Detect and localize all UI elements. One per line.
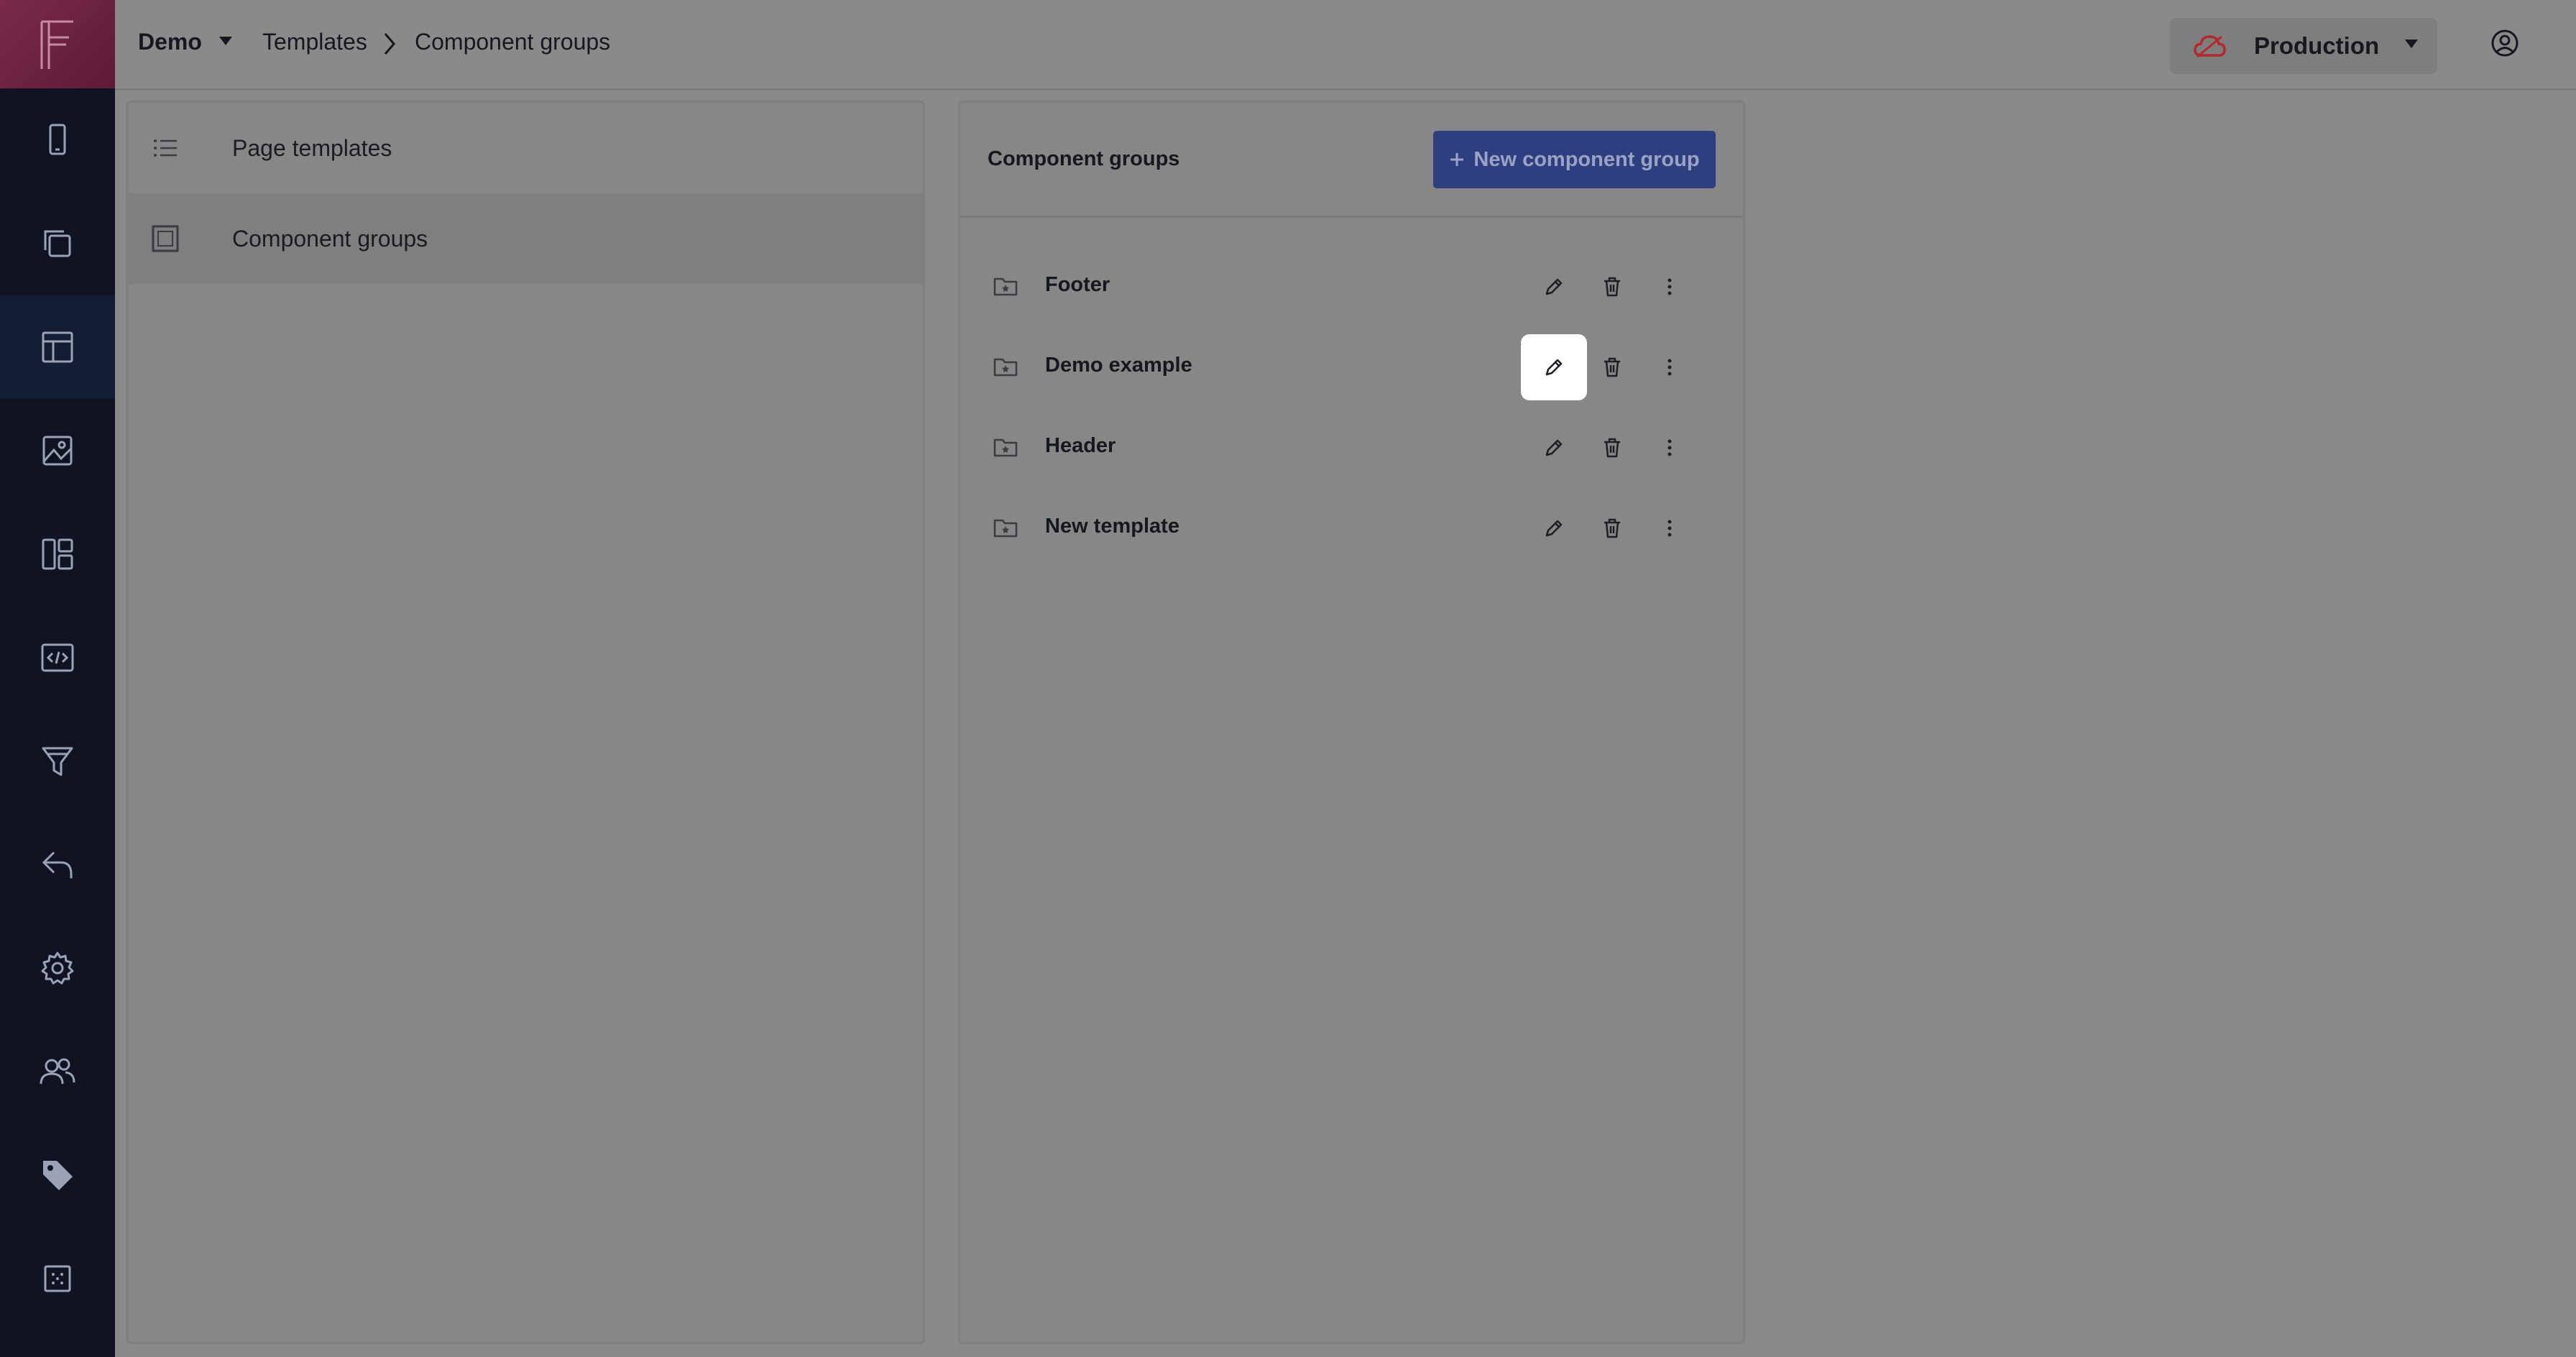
pages-icon xyxy=(44,230,71,257)
group-name: Footer xyxy=(1045,273,1110,296)
folder-icon xyxy=(993,438,1018,457)
nav-redirects[interactable] xyxy=(0,813,115,916)
subnav-item-label: Component groups xyxy=(232,225,428,252)
funnel-icon xyxy=(42,747,73,776)
nav-funnel[interactable] xyxy=(0,709,115,813)
nav-layout[interactable] xyxy=(0,502,115,606)
pencil-icon xyxy=(1545,359,1563,376)
more-vertical-icon xyxy=(1668,439,1672,456)
list-icon xyxy=(154,139,177,157)
component-groups-panel: Component groups New component group Foo… xyxy=(958,101,1745,1344)
edit-button[interactable] xyxy=(1521,254,1587,320)
code-icon xyxy=(41,643,74,672)
pencil-icon xyxy=(1545,439,1563,456)
nav-mobile[interactable] xyxy=(0,88,115,192)
logo-icon xyxy=(40,20,73,69)
panel-title: Component groups xyxy=(988,147,1180,170)
plus-icon xyxy=(1450,153,1464,166)
caret-down-icon xyxy=(2405,40,2418,48)
more-options-button[interactable] xyxy=(1637,254,1703,320)
more-options-button[interactable] xyxy=(1637,495,1703,561)
edit-button[interactable] xyxy=(1521,334,1587,400)
tag-icon xyxy=(43,1161,73,1190)
new-component-group-button[interactable]: New component group xyxy=(1433,131,1716,188)
nav-grid[interactable] xyxy=(0,1227,115,1330)
more-vertical-icon xyxy=(1668,278,1672,295)
pencil-icon xyxy=(1545,520,1563,537)
delete-button[interactable] xyxy=(1579,415,1645,481)
environment-selector[interactable]: Production xyxy=(2170,18,2437,74)
app-logo[interactable] xyxy=(0,0,115,88)
environment-label: Production xyxy=(2254,32,2380,59)
group-name: New template xyxy=(1045,515,1179,538)
nav-templates[interactable] xyxy=(0,295,115,399)
delete-button[interactable] xyxy=(1579,495,1645,561)
image-icon xyxy=(42,436,73,466)
square-icon xyxy=(152,225,179,252)
trash-icon xyxy=(1604,518,1620,538)
mobile-icon xyxy=(49,124,66,155)
breadcrumb-templates[interactable]: Templates xyxy=(262,29,367,55)
group-name: Header xyxy=(1045,434,1116,457)
top-bar: Demo Templates Component groups Producti… xyxy=(115,0,2576,91)
reply-icon xyxy=(42,851,73,878)
nav-settings[interactable] xyxy=(0,916,115,1020)
nav-users[interactable] xyxy=(0,1020,115,1123)
pencil-icon xyxy=(1545,278,1563,295)
more-options-button[interactable] xyxy=(1637,334,1703,400)
trash-icon xyxy=(1604,357,1620,377)
folder-icon xyxy=(993,277,1018,296)
more-vertical-icon xyxy=(1668,520,1672,537)
folder-icon xyxy=(993,519,1018,538)
delete-button[interactable] xyxy=(1579,254,1645,320)
users-icon xyxy=(40,1058,75,1085)
subnav-item-component-groups[interactable]: Component groups xyxy=(128,193,923,284)
new-component-group-label: New component group xyxy=(1473,147,1700,171)
trash-icon xyxy=(1604,438,1620,458)
edit-button[interactable] xyxy=(1521,495,1587,561)
folder-icon xyxy=(993,358,1018,377)
trash-icon xyxy=(1604,277,1620,297)
layout-icon xyxy=(42,538,73,570)
cloud-icon xyxy=(2194,35,2226,58)
edit-button[interactable] xyxy=(1521,415,1587,481)
breadcrumb-current: Component groups xyxy=(415,29,611,55)
chevron-right-icon xyxy=(384,33,395,55)
list-item[interactable]: New template xyxy=(960,488,1743,569)
templates-icon xyxy=(42,331,73,363)
nav-pages[interactable] xyxy=(0,192,115,295)
account-icon[interactable] xyxy=(2487,25,2523,61)
nav-tags[interactable] xyxy=(0,1123,115,1227)
more-vertical-icon xyxy=(1668,359,1672,376)
project-selector[interactable]: Demo xyxy=(138,29,202,55)
grid-icon xyxy=(44,1265,71,1292)
divider xyxy=(960,216,1743,218)
list-item[interactable]: Footer xyxy=(960,247,1743,327)
caret-down-icon[interactable] xyxy=(217,34,234,47)
side-nav-rail xyxy=(0,0,115,1357)
list-item[interactable]: Demo example xyxy=(960,327,1743,408)
subnav-item-label: Page templates xyxy=(232,134,392,161)
gear-icon xyxy=(41,952,74,985)
list-item[interactable]: Header xyxy=(960,408,1743,488)
nav-code[interactable] xyxy=(0,606,115,709)
more-options-button[interactable] xyxy=(1637,415,1703,481)
group-name: Demo example xyxy=(1045,354,1192,377)
nav-media[interactable] xyxy=(0,399,115,502)
subnav-item-page-templates[interactable]: Page templates xyxy=(128,103,923,193)
templates-subnav: Page templates Component groups xyxy=(126,101,925,1344)
delete-button[interactable] xyxy=(1579,334,1645,400)
